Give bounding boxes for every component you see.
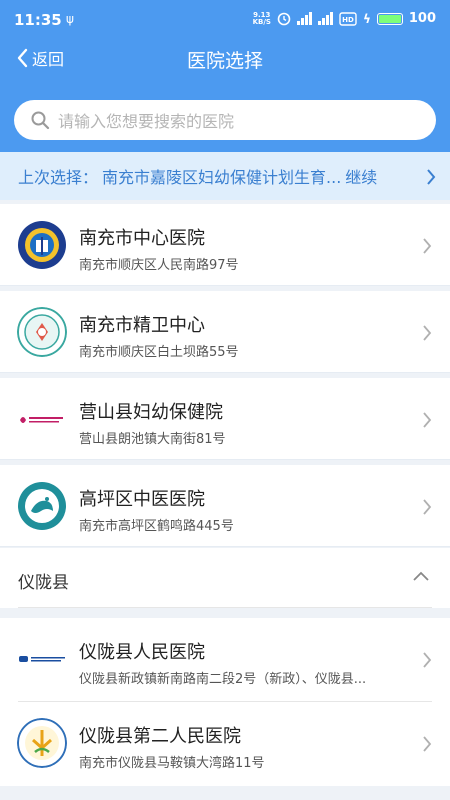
hospital-name: 营山县妇幼保健院 bbox=[79, 402, 223, 423]
tcm-hospital-icon bbox=[18, 482, 66, 530]
chevron-up-icon[interactable] bbox=[412, 570, 430, 582]
charging-icon: ϟ bbox=[362, 11, 371, 26]
hospital-address: 营山县朗池镇大南街81号 bbox=[79, 432, 226, 447]
search-icon bbox=[31, 111, 50, 130]
divider bbox=[18, 607, 432, 608]
battery-icon bbox=[376, 12, 403, 25]
hospital-address: 仪陇县新政镇新南路南二段2号（新政）、仪陇县... bbox=[79, 672, 367, 687]
battery-level: 100 bbox=[408, 11, 436, 26]
hospital-name: 仪陇县第二人民医院 bbox=[79, 726, 241, 747]
chevron-right-icon bbox=[427, 169, 436, 185]
maternal-health-logo-icon bbox=[20, 417, 63, 423]
chevron-right-icon bbox=[423, 499, 432, 515]
hospital-name: 南充市精卫中心 bbox=[79, 315, 205, 336]
alarm-icon bbox=[277, 12, 291, 25]
signal-icon-2 bbox=[317, 12, 333, 25]
hospital-card[interactable]: 高坪区中医医院 南充市高坪区鹤鸣路445号 bbox=[0, 465, 450, 547]
chevron-right-icon bbox=[423, 652, 432, 668]
chevron-right-icon bbox=[423, 736, 432, 752]
last-selection-label: 上次选择： bbox=[18, 168, 99, 187]
section-header[interactable]: 仪陇县 bbox=[0, 548, 450, 608]
app-header: 11:35 ψ 9.13 KB/S HD ϟ 100 返回 医院选择 请输入您想… bbox=[0, 0, 450, 152]
search-input[interactable]: 请输入您想要搜索的医院 bbox=[14, 100, 436, 140]
hospital-emblem-icon bbox=[18, 221, 66, 269]
hospital-address: 南充市仪陇县马鞍镇大湾路11号 bbox=[79, 756, 265, 771]
hospital-name: 仪陇县人民医院 bbox=[79, 642, 205, 663]
last-selection-bar[interactable]: 上次选择： 南充市嘉陵区妇幼保健计划生育... 继续 bbox=[0, 152, 450, 200]
chevron-right-icon bbox=[423, 325, 432, 341]
hospital-address: 南充市顺庆区白土坝路55号 bbox=[79, 345, 239, 360]
page-title: 医院选择 bbox=[186, 50, 263, 72]
search-placeholder: 请输入您想要搜索的医院 bbox=[58, 112, 235, 131]
status-time: 11:35 bbox=[14, 11, 62, 29]
yilong-people-hospital-icon bbox=[19, 656, 65, 662]
mental-health-center-icon bbox=[17, 307, 67, 357]
hospital-name: 南充市中心医院 bbox=[79, 228, 205, 249]
last-selection-value: 南充市嘉陵区妇幼保健计划生育... bbox=[102, 168, 342, 187]
status-icons: 9.13 KB/S HD ϟ 100 bbox=[253, 11, 436, 26]
hospital-card[interactable]: 仪陇县第二人民医院 南充市仪陇县马鞍镇大湾路11号 bbox=[0, 702, 450, 786]
chevron-right-icon bbox=[423, 238, 432, 254]
hospital-name: 高坪区中医医院 bbox=[79, 489, 205, 510]
continue-label: 继续 bbox=[345, 168, 378, 187]
hospital-card[interactable]: 营山县妇幼保健院 营山县朗池镇大南街81号 bbox=[0, 378, 450, 460]
signal-icon bbox=[296, 12, 312, 25]
hospital-card[interactable]: 南充市中心医院 南充市顺庆区人民南路97号 bbox=[0, 204, 450, 286]
yilong-second-hospital-icon bbox=[17, 718, 67, 768]
hospital-card[interactable]: 仪陇县人民医院 仪陇县新政镇新南路南二段2号（新政）、仪陇县... bbox=[0, 618, 450, 702]
hospital-address: 南充市顺庆区人民南路97号 bbox=[79, 258, 239, 273]
network-speed: 9.13 KB/S bbox=[252, 10, 271, 26]
chevron-right-icon bbox=[423, 412, 432, 428]
section-title: 仪陇县 bbox=[18, 573, 69, 593]
hospital-card[interactable]: 南充市精卫中心 南充市顺庆区白土坝路55号 bbox=[0, 291, 450, 373]
hd-icon: HD bbox=[339, 11, 357, 26]
hospital-address: 南充市高坪区鹤鸣路445号 bbox=[79, 519, 234, 534]
svg-text:HD: HD bbox=[342, 16, 354, 24]
status-bar: 11:35 ψ 9.13 KB/S HD ϟ 100 bbox=[0, 0, 450, 40]
usb-icon: ψ bbox=[66, 12, 74, 26]
